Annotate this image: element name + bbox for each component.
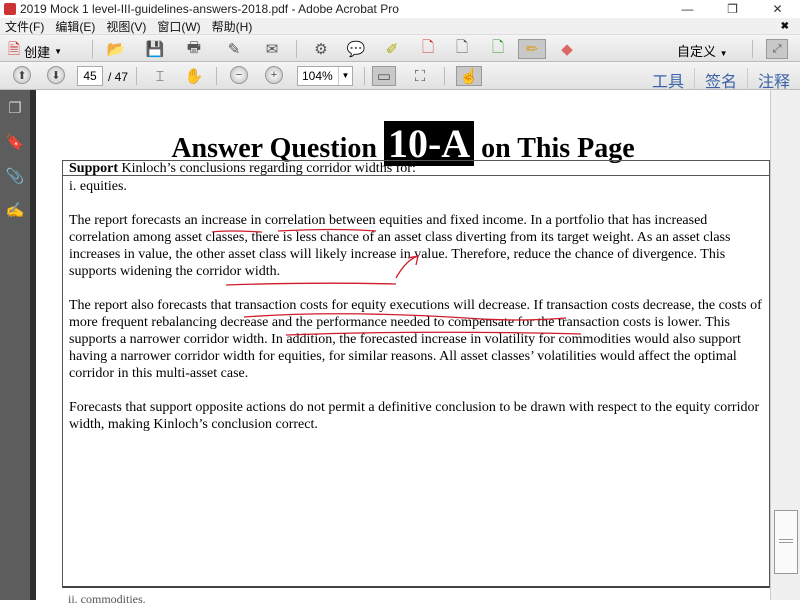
menu-view[interactable]: 视图(V) (106, 18, 146, 35)
menu-help[interactable]: 帮助(H) (212, 18, 253, 35)
menu-window[interactable]: 窗口(W) (157, 18, 200, 35)
print-icon[interactable]: 🖶 (184, 39, 204, 59)
zoom-out-icon[interactable]: − (230, 66, 248, 84)
close-button[interactable]: ✕ (755, 0, 800, 18)
navigation-toolbar: ⬆ ⬇ 45 / 47 ⌶ ✋ − + 104% ▼ ▭ ⛶ ☝ 工具 签名 注释 (0, 62, 800, 92)
comment-panel-link[interactable]: 注释 (746, 68, 800, 92)
delete-page-icon[interactable]: 🗋 (418, 39, 438, 59)
vertical-scrollbar[interactable] (770, 90, 800, 600)
customize-button[interactable]: 自定义 ▼ (677, 41, 728, 60)
create-pdf-icon: 🗎 (8, 41, 21, 58)
extract-page-icon[interactable]: 🗋 (488, 39, 508, 59)
create-button[interactable]: 🗎 创建 ▼ (8, 39, 62, 64)
comment-icon[interactable]: 💬 (346, 39, 366, 59)
pencil-icon[interactable]: ✏ (518, 39, 546, 59)
box-header: Support Kinloch’s conclusions regarding … (63, 161, 769, 176)
zoom-value: 104% (302, 69, 333, 83)
sign-panel-link[interactable]: 签名 (693, 68, 747, 92)
select-cursor-icon[interactable]: ⌶ (150, 66, 170, 86)
previous-page-icon[interactable]: ⬆ (13, 66, 31, 84)
close-document-icon[interactable]: ✖ (781, 21, 789, 32)
read-mode-icon[interactable]: ☝ (456, 66, 482, 86)
customize-label: 自定义 (677, 44, 717, 59)
page-settings-icon[interactable]: 🗋 (452, 39, 472, 59)
eraser-icon[interactable]: ◆ (557, 39, 577, 59)
chevron-down-icon[interactable]: ▼ (338, 67, 352, 85)
attachment-icon[interactable]: 📎 (5, 166, 25, 186)
main-toolbar: 🗎 创建 ▼ 📂 💾 🖶 ✎ ✉ ⚙ 💬 ✐ 🗋 🗋 🗋 ✏ ◆ 自定义 ▼ ⤢ (0, 35, 800, 62)
title-bar: 2019 Mock 1 level-III-guidelines-answers… (0, 0, 800, 18)
chevron-down-icon: ▼ (719, 49, 728, 58)
paragraph-2: The report also forecasts that transacti… (69, 298, 762, 381)
zoom-in-icon[interactable]: + (265, 66, 283, 84)
save-icon[interactable]: 💾 (145, 39, 165, 59)
menu-edit[interactable]: 编辑(E) (55, 18, 95, 35)
pages-icon[interactable]: ❐ (5, 98, 25, 118)
hand-tool-icon[interactable]: ✋ (184, 66, 204, 86)
edit-icon[interactable]: ✎ (224, 39, 244, 59)
next-page-icon[interactable]: ⬇ (47, 66, 65, 84)
highlight-icon[interactable]: ✐ (382, 39, 402, 59)
item-label: i. equities. (69, 179, 127, 194)
document-page: Answer Question 10-A on This Page Suppor… (36, 90, 770, 606)
zoom-level-select[interactable]: 104% ▼ (297, 66, 353, 86)
open-icon[interactable]: 📂 (106, 39, 126, 59)
paragraph-1: The report forecasts an increase in corr… (69, 213, 731, 279)
window-title: 2019 Mock 1 level-III-guidelines-answers… (20, 2, 399, 16)
navigation-pane: ❐ 🔖 📎 ✍ (0, 90, 30, 600)
page-number-input[interactable]: 45 (77, 66, 103, 86)
fit-page-icon[interactable]: ▭ (372, 66, 396, 86)
full-screen-icon[interactable]: ⤢ (766, 39, 788, 59)
email-icon[interactable]: ✉ (262, 39, 282, 59)
acrobat-icon (4, 3, 16, 15)
create-label: 创建 (24, 45, 51, 60)
menu-file[interactable]: 文件(F) (5, 18, 44, 35)
page-total: / 47 (108, 70, 129, 84)
restore-button[interactable]: ❐ (710, 0, 755, 18)
support-label: Support (69, 161, 119, 176)
signature-icon[interactable]: ✍ (5, 200, 25, 220)
scrollbar-thumb[interactable] (774, 510, 798, 574)
tools-panel-link[interactable]: 工具 (642, 68, 694, 92)
box-header-text: Kinloch’s conclusions regarding corridor… (118, 161, 416, 176)
fit-width-icon[interactable]: ⛶ (410, 66, 430, 86)
minimize-button[interactable]: — (665, 0, 710, 18)
answer-box: Support Kinloch’s conclusions regarding … (62, 160, 770, 588)
bookmark-icon[interactable]: 🔖 (5, 132, 25, 152)
chevron-down-icon: ▼ (54, 47, 62, 56)
paragraph-3: Forecasts that support opposite actions … (69, 400, 760, 432)
gear-icon[interactable]: ⚙ (311, 39, 331, 59)
menu-bar: 文件(F) 编辑(E) 视图(V) 窗口(W) 帮助(H) ✖ (0, 18, 800, 35)
